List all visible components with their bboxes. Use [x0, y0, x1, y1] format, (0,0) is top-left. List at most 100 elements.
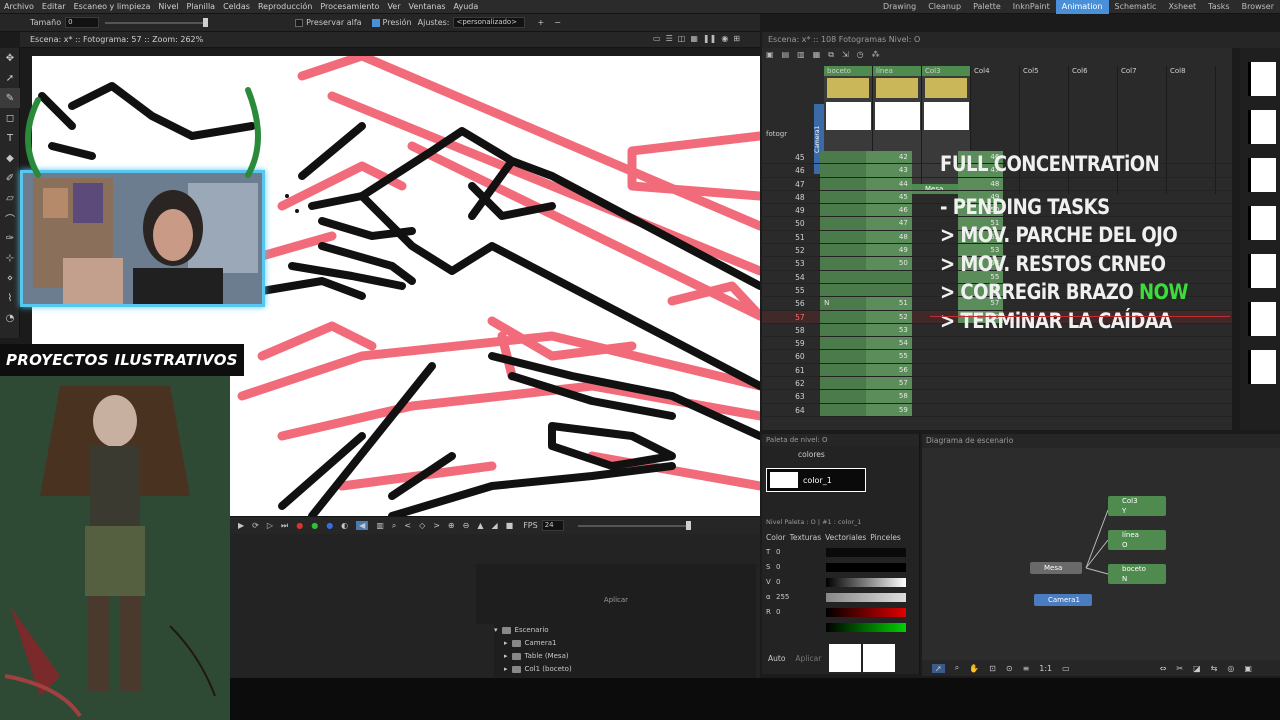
- node-mesa[interactable]: Mesa: [1030, 562, 1082, 574]
- camera-cell[interactable]: [809, 350, 820, 362]
- xsheet-cell[interactable]: [958, 364, 1004, 376]
- xsheet-cell[interactable]: [958, 390, 1004, 402]
- menu-nivel[interactable]: Nivel: [154, 0, 182, 14]
- xsheet-cell[interactable]: N: [820, 297, 867, 310]
- frame-number[interactable]: 63: [762, 390, 809, 402]
- new-raster-icon[interactable]: ▤: [782, 50, 790, 64]
- palette-style-chip[interactable]: color_1: [766, 468, 866, 492]
- expand-arrow-icon[interactable]: ▸: [504, 663, 508, 676]
- frame-number[interactable]: 47: [762, 178, 809, 190]
- channel-slider[interactable]: [826, 607, 906, 617]
- frame-number[interactable]: 45: [762, 151, 809, 163]
- camera-cell[interactable]: [809, 404, 820, 416]
- frame-number[interactable]: 49: [762, 204, 809, 216]
- menu-reproduccion[interactable]: Reproducción: [254, 0, 316, 14]
- prev-key-icon[interactable]: <: [404, 521, 411, 530]
- xsheet-row[interactable]: 63 58: [762, 390, 1232, 404]
- frame-number[interactable]: 51: [762, 231, 809, 243]
- room-xsheet[interactable]: Xsheet: [1162, 0, 1202, 14]
- frame-number[interactable]: 62: [762, 377, 809, 389]
- frame-number[interactable]: 52: [762, 244, 809, 256]
- xsheet-cell[interactable]: [820, 230, 867, 244]
- strip-frame[interactable]: [1248, 254, 1276, 288]
- fps-field[interactable]: 24: [541, 520, 564, 531]
- room-cleanup[interactable]: Cleanup: [922, 0, 967, 14]
- camera-cell[interactable]: [809, 244, 820, 256]
- xsheet-cell[interactable]: 48: [866, 230, 912, 244]
- xsheet-cell[interactable]: 43: [866, 164, 912, 177]
- normal-size-icon[interactable]: 1:1: [1039, 664, 1052, 673]
- frame-number[interactable]: 61: [762, 364, 809, 376]
- camera-cell[interactable]: [809, 390, 820, 402]
- xsheet-cell[interactable]: [1049, 377, 1095, 389]
- tab-color[interactable]: Color: [766, 532, 786, 544]
- xsheet-cell[interactable]: [1003, 404, 1049, 416]
- xsheet-cell[interactable]: [1186, 404, 1232, 416]
- frame-number[interactable]: 58: [762, 324, 809, 336]
- xsheet-cell[interactable]: 45: [866, 190, 912, 204]
- xsheet-cell[interactable]: 58: [866, 390, 912, 403]
- xsheet-cell[interactable]: [820, 283, 867, 297]
- eraser-tool-icon[interactable]: ▱: [0, 188, 20, 208]
- camera-view-icon[interactable]: ◫: [678, 34, 686, 43]
- frame-number[interactable]: 46: [762, 164, 809, 176]
- reorder-icon[interactable]: ≡: [1023, 664, 1030, 673]
- room-browser[interactable]: Browser: [1236, 0, 1280, 14]
- xsheet-cell[interactable]: 42: [866, 151, 912, 164]
- menu-archivo[interactable]: Archivo: [0, 0, 38, 14]
- xsheet-cell[interactable]: [820, 204, 867, 217]
- channel-value[interactable]: 0: [776, 563, 800, 571]
- frame-number[interactable]: 60: [762, 350, 809, 362]
- xsheet-cell[interactable]: [1141, 377, 1187, 389]
- tree-item-table[interactable]: ▸ Table (Mesa): [494, 650, 756, 663]
- green-channel-icon[interactable]: ●: [311, 521, 318, 530]
- camera-cell[interactable]: [809, 217, 820, 229]
- red-channel-icon[interactable]: ●: [296, 521, 303, 530]
- fit-icon[interactable]: ⊡: [989, 664, 996, 673]
- xsheet-cell[interactable]: [1186, 364, 1232, 376]
- freeze-icon[interactable]: ❚❚: [703, 34, 716, 43]
- channel-value-v[interactable]: V0: [762, 575, 920, 589]
- xsheet-cell[interactable]: [1049, 390, 1095, 402]
- new-toonz-icon[interactable]: ▦: [813, 50, 821, 64]
- tab-texturas[interactable]: Texturas: [790, 532, 822, 544]
- menu-escaneo[interactable]: Escaneo y limpieza: [70, 0, 155, 14]
- loop-icon[interactable]: ⟳: [252, 521, 259, 530]
- frame-number[interactable]: 64: [762, 404, 809, 416]
- channel-alpha[interactable]: α 255: [762, 590, 920, 604]
- xsheet-cell[interactable]: 55: [866, 350, 912, 363]
- output-icon[interactable]: ◎: [1227, 664, 1234, 673]
- strip-frame[interactable]: [1248, 62, 1276, 96]
- menu-ventanas[interactable]: Ventanas: [405, 0, 450, 14]
- table-view-icon[interactable]: ▦: [690, 34, 698, 43]
- hand-mode-icon[interactable]: ✋: [969, 664, 979, 673]
- xsheet-cell[interactable]: [912, 364, 958, 376]
- size-field[interactable]: 0: [65, 17, 100, 28]
- next-key-icon[interactable]: >: [433, 521, 440, 530]
- frame-number[interactable]: 50: [762, 217, 809, 229]
- channel-value[interactable]: 0: [776, 608, 800, 616]
- xsheet-cell[interactable]: [1095, 404, 1141, 416]
- xsheet-cell[interactable]: 57: [866, 377, 912, 390]
- camera-cell[interactable]: [809, 231, 820, 243]
- xsheet-cell[interactable]: [820, 177, 867, 190]
- brush-swatch-2[interactable]: [863, 644, 896, 672]
- strip-frame[interactable]: [1248, 110, 1276, 144]
- channel-slider[interactable]: [826, 592, 906, 602]
- xsheet-cell[interactable]: 49: [866, 244, 912, 257]
- xsheet-row[interactable]: 62 57: [762, 377, 1232, 391]
- control-point-tool-icon[interactable]: ⋄: [0, 268, 20, 288]
- menu-ver[interactable]: Ver: [383, 0, 404, 14]
- tree-item-escenario[interactable]: ▾ Escenario: [494, 624, 756, 637]
- field-guide-icon[interactable]: ☰: [666, 34, 673, 43]
- fps-slider-knob[interactable]: [685, 520, 691, 530]
- palette-page-tab[interactable]: colores: [798, 450, 825, 459]
- zoom-mode-icon[interactable]: ⌕: [955, 663, 959, 673]
- tab-vectoriales[interactable]: Vectoriales: [825, 532, 866, 544]
- xsheet-cell[interactable]: [1186, 377, 1232, 389]
- tab-pinceles[interactable]: Pinceles: [870, 532, 901, 544]
- expand-arrow-icon[interactable]: ▸: [504, 637, 508, 650]
- tree-item-col1[interactable]: ▸ Col1 (boceto): [494, 663, 756, 676]
- camera-cell[interactable]: [809, 164, 820, 176]
- channel-hue[interactable]: T0: [762, 545, 920, 559]
